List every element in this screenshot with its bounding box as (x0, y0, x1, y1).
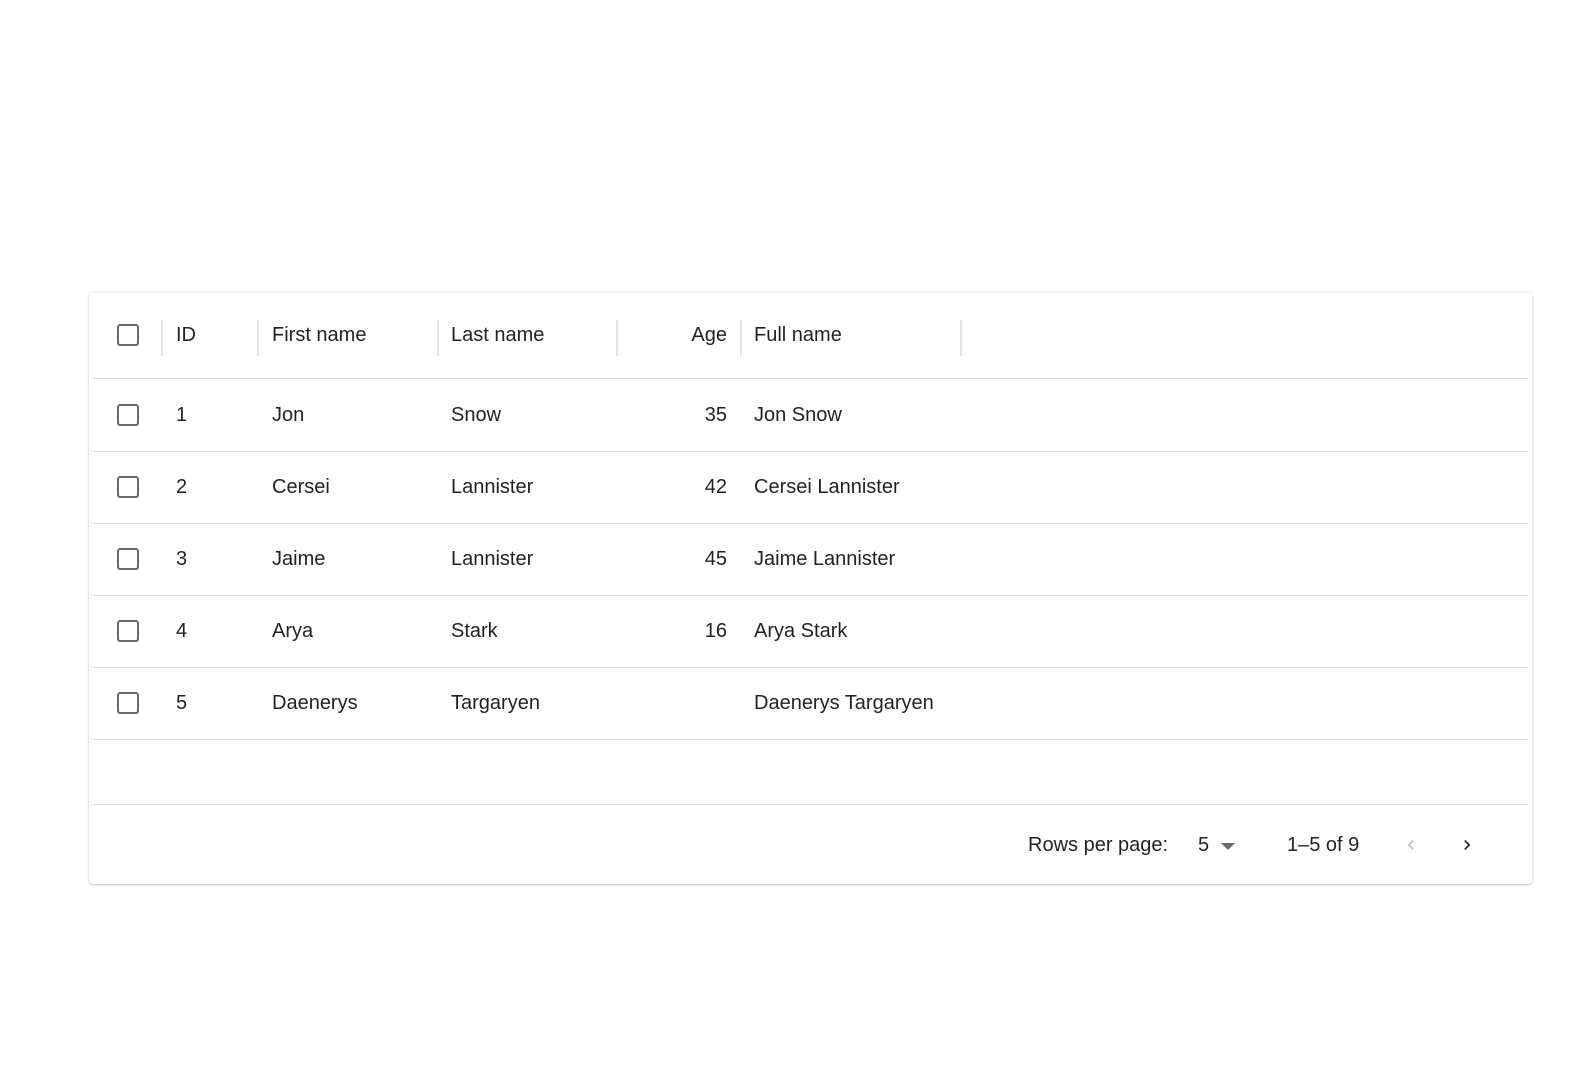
cell-age[interactable]: 35 (627, 379, 727, 451)
table-row[interactable]: 3 Jaime Lannister 45 Jaime Lannister (93, 523, 1528, 596)
cell-age[interactable]: 45 (627, 523, 727, 595)
cell-last-name[interactable]: Lannister (451, 451, 611, 523)
chevron-right-icon (1464, 840, 1471, 850)
header-row: ID First name Last name Age Full name (93, 292, 1528, 379)
cell-id[interactable]: 3 (176, 523, 256, 595)
column-separator[interactable] (960, 320, 962, 356)
column-header-id[interactable]: ID (176, 292, 256, 378)
row-select-cell (93, 523, 163, 595)
table-row[interactable]: 5 Daenerys Targaryen Daenerys Targaryen (93, 667, 1528, 740)
table-row[interactable]: 4 Arya Stark 16 Arya Stark (93, 595, 1528, 668)
prev-page-button[interactable] (1391, 825, 1431, 865)
cell-last-name[interactable]: Lannister (451, 523, 611, 595)
cell-id[interactable]: 4 (176, 595, 256, 667)
select-all-checkbox[interactable] (117, 324, 139, 346)
row-checkbox[interactable] (117, 548, 139, 570)
column-separator[interactable] (437, 320, 439, 356)
cell-last-name[interactable]: Targaryen (451, 667, 611, 739)
cell-first-name[interactable]: Jaime (272, 523, 432, 595)
column-separator[interactable] (740, 320, 742, 356)
cell-first-name[interactable]: Jon (272, 379, 432, 451)
cell-first-name[interactable]: Cersei (272, 451, 432, 523)
cell-first-name[interactable]: Arya (272, 595, 432, 667)
cell-full-name[interactable]: Jon Snow (754, 379, 1014, 451)
header-select-all-cell (93, 292, 163, 378)
column-header-first-name[interactable]: First name (272, 292, 432, 378)
rows-per-page-select[interactable]: 5 (1198, 805, 1236, 885)
cell-id[interactable]: 1 (176, 379, 256, 451)
cell-id[interactable]: 2 (176, 451, 256, 523)
column-separator[interactable] (616, 320, 618, 356)
cell-first-name[interactable]: Daenerys (272, 667, 432, 739)
cell-last-name[interactable]: Stark (451, 595, 611, 667)
cell-full-name[interactable]: Daenerys Targaryen (754, 667, 1014, 739)
cell-full-name[interactable]: Arya Stark (754, 595, 1014, 667)
cell-age[interactable] (627, 667, 727, 739)
cell-full-name[interactable]: Cersei Lannister (754, 451, 1014, 523)
next-page-button[interactable] (1447, 825, 1487, 865)
row-checkbox[interactable] (117, 620, 139, 642)
column-header-last-name[interactable]: Last name (451, 292, 611, 378)
data-grid: ID First name Last name Age Full name 1 … (89, 292, 1532, 884)
cell-id[interactable]: 5 (176, 667, 256, 739)
row-select-cell (93, 667, 163, 739)
cell-last-name[interactable]: Snow (451, 379, 611, 451)
table-row[interactable]: 1 Jon Snow 35 Jon Snow (93, 379, 1528, 452)
row-select-cell (93, 595, 163, 667)
row-checkbox[interactable] (117, 692, 139, 714)
column-header-full-name[interactable]: Full name (754, 292, 954, 378)
pagination-footer: Rows per page: 5 1–5 of 9 (93, 804, 1528, 885)
row-checkbox[interactable] (117, 476, 139, 498)
row-select-cell (93, 379, 163, 451)
column-header-age[interactable]: Age (627, 292, 727, 378)
caret-down-icon (1221, 842, 1236, 850)
row-checkbox[interactable] (117, 404, 139, 426)
cell-age[interactable]: 16 (627, 595, 727, 667)
cell-age[interactable]: 42 (627, 451, 727, 523)
row-select-cell (93, 451, 163, 523)
column-separator[interactable] (161, 320, 163, 356)
cell-full-name[interactable]: Jaime Lannister (754, 523, 1014, 595)
column-separator[interactable] (257, 320, 259, 356)
table-row[interactable]: 2 Cersei Lannister 42 Cersei Lannister (93, 451, 1528, 524)
prev-page-button-wrap (1391, 805, 1431, 885)
pagination-range: 1–5 of 9 (1287, 833, 1360, 856)
rows-per-page-label: Rows per page: (1028, 833, 1169, 856)
rows-per-page-value: 5 (1198, 833, 1210, 856)
next-page-button-wrap (1447, 805, 1487, 885)
chevron-left-icon (1407, 840, 1414, 850)
